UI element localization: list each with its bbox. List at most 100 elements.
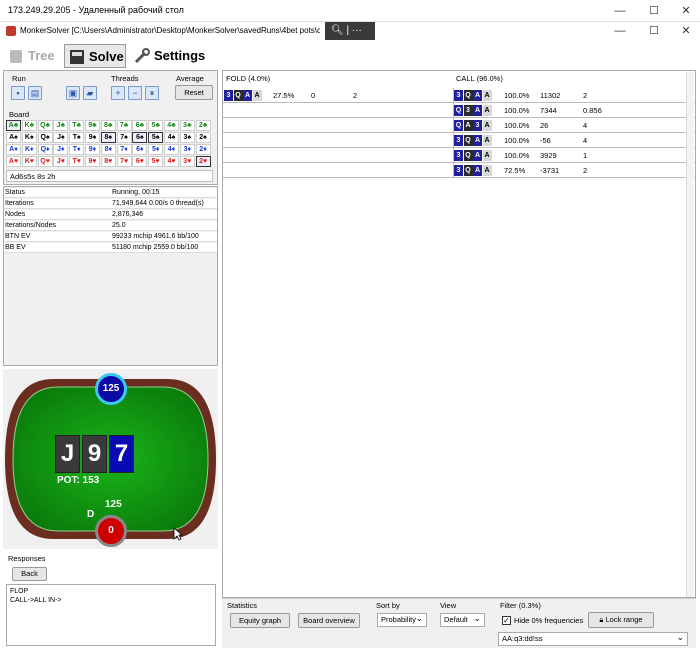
fold-header[interactable]: FOLD (4.0%): [226, 74, 270, 83]
board-card-cell[interactable]: 4♥: [164, 156, 179, 167]
board-card-cell[interactable]: A♠: [6, 132, 21, 143]
call-ev: 3929: [540, 151, 557, 160]
call-header[interactable]: CALL (96.0%): [456, 74, 503, 83]
board-overview-button[interactable]: Board overview: [298, 613, 360, 628]
board-card-cell[interactable]: 6♦: [132, 144, 148, 155]
open-button[interactable]: ▰: [83, 86, 97, 100]
board-card-cell[interactable]: 9♥: [85, 156, 100, 167]
threads-minus-button[interactable]: −: [128, 86, 142, 100]
run-step-button[interactable]: ▤: [28, 86, 42, 100]
table-row[interactable]: Q A 3 A 100.0% 26 4: [223, 118, 695, 133]
tab-solve[interactable]: Solve: [64, 44, 126, 68]
maximize-icon[interactable]: ☐: [638, 0, 670, 22]
board-card-cell[interactable]: K♣: [21, 120, 37, 131]
board-card-cell[interactable]: K♥: [21, 156, 37, 167]
board-card-cell[interactable]: 3♥: [179, 156, 195, 167]
save-button[interactable]: ▣: [66, 86, 80, 100]
stats-value: Running, 00:15: [112, 189, 160, 196]
board-card-cell[interactable]: J♥: [53, 156, 69, 167]
more-icon[interactable]: ···: [352, 25, 362, 36]
board-card-cell[interactable]: 9♣: [85, 120, 100, 131]
board-card-cell[interactable]: 8♦: [100, 144, 116, 155]
board-card-cell[interactable]: 6♠: [132, 132, 148, 143]
board-card-cell[interactable]: 5♣: [148, 120, 164, 131]
back-button[interactable]: Back: [12, 567, 47, 581]
board-card-cell[interactable]: A♣: [6, 120, 21, 131]
threads-plus-button[interactable]: +: [111, 86, 125, 100]
close-icon[interactable]: ✕: [670, 0, 700, 22]
filter-input[interactable]: AA:q3:dd!ss: [498, 631, 688, 646]
table-row[interactable]: 3 Q A A 27.5% 0 2 3 Q A A 100.0% 11302 2: [223, 88, 695, 103]
board-card-cell[interactable]: Q♠: [37, 132, 53, 143]
pause-button[interactable]: ⏸: [145, 86, 159, 100]
board-card-cell[interactable]: 3♠: [179, 132, 195, 143]
board-card-cell[interactable]: Q♦: [37, 144, 53, 155]
board-card-cell[interactable]: 4♣: [164, 120, 179, 131]
board-input[interactable]: Ad6s5s 8s 2h: [6, 170, 213, 182]
board-card-cell[interactable]: 2♦: [195, 144, 211, 155]
stats-row: Iterations 71,949,644 0.00/s 0 thread(s): [4, 199, 217, 209]
board-card-cell[interactable]: K♠: [21, 132, 37, 143]
board-card-cell[interactable]: Q♥: [37, 156, 53, 167]
table-row[interactable]: 3 Q A A 72.5% -3731 2: [223, 163, 695, 178]
lock-range-button[interactable]: 🔒︎ Lock range: [588, 612, 654, 628]
board-card-cell[interactable]: 5♠: [148, 132, 164, 143]
board-card-cell[interactable]: 9♠: [85, 132, 100, 143]
board-card-cell[interactable]: J♦: [53, 144, 69, 155]
board-card-cell[interactable]: 2♠: [195, 132, 211, 143]
board-card-cell[interactable]: A♦: [6, 144, 21, 155]
reset-button[interactable]: Reset: [175, 85, 213, 100]
board-card-cell[interactable]: 4♠: [164, 132, 179, 143]
board-card-cell[interactable]: K♦: [21, 144, 37, 155]
board-card-cell[interactable]: J♣: [53, 120, 69, 131]
average-label: Average: [176, 74, 204, 83]
table-row[interactable]: 3 Q A A 100.0% -56 4: [223, 133, 695, 148]
board-card-cell[interactable]: Q♣: [37, 120, 53, 131]
board-card-cell[interactable]: 7♠: [116, 132, 132, 143]
board-card-cell[interactable]: T♦: [69, 144, 85, 155]
board-card-cell[interactable]: 2♥: [195, 156, 211, 167]
board-card-cell[interactable]: 9♦: [85, 144, 100, 155]
table-row[interactable]: Q 3 A A 100.0% 7344 0.856: [223, 103, 695, 118]
pause-icon: ⏸: [149, 88, 155, 98]
board-card-cell[interactable]: 8♠: [100, 132, 116, 143]
board-card-cell[interactable]: A♥: [6, 156, 21, 167]
board-card-cell[interactable]: 6♥: [132, 156, 148, 167]
board-card-cell[interactable]: 5♥: [148, 156, 164, 167]
equity-graph-button[interactable]: Equity graph: [230, 613, 290, 628]
tab-tree[interactable]: Tree: [4, 44, 62, 68]
stats-key: Iterations/Nodes: [5, 222, 56, 229]
rdp-zoom-bar[interactable]: 🔍︎ | ···: [325, 22, 375, 40]
board-card-cell[interactable]: 2♣: [195, 120, 211, 131]
minimize-icon[interactable]: —: [604, 0, 636, 22]
zoom-icon[interactable]: 🔍︎: [331, 25, 344, 36]
board-card-cell[interactable]: 8♣: [100, 120, 116, 131]
board-card-cell[interactable]: 7♥: [116, 156, 132, 167]
board-card-cell[interactable]: 3♦: [179, 144, 195, 155]
run-start-button[interactable]: ▪: [11, 86, 25, 100]
table-row[interactable]: 3 Q A A 100.0% 3929 1: [223, 148, 695, 163]
grid-scrollbar[interactable]: [686, 72, 694, 597]
board-card-cell[interactable]: 7♣: [116, 120, 132, 131]
board-card-cell[interactable]: 7♦: [116, 144, 132, 155]
board-card-cell[interactable]: J♠: [53, 132, 69, 143]
app-minimize-icon[interactable]: —: [604, 22, 636, 40]
board-card-cell[interactable]: T♠: [69, 132, 85, 143]
board-card-cell[interactable]: 3♣: [179, 120, 195, 131]
view-select[interactable]: Default: [440, 612, 485, 627]
stats-row: Status Running, 00:15: [4, 188, 217, 198]
sort-select[interactable]: Probability: [377, 612, 427, 627]
board-card-cell[interactable]: 5♦: [148, 144, 164, 155]
app-maximize-icon[interactable]: ☐: [638, 22, 670, 40]
board-card-cell[interactable]: T♣: [69, 120, 85, 131]
call-count: 2: [583, 91, 588, 100]
app-close-icon[interactable]: ✕: [670, 22, 700, 40]
tab-settings[interactable]: Settings: [130, 44, 210, 68]
board-card-cell[interactable]: 6♣: [132, 120, 148, 131]
board-card-cell[interactable]: 8♥: [100, 156, 116, 167]
board-card-cell[interactable]: 4♦: [164, 144, 179, 155]
hand-card: A: [473, 105, 482, 116]
board-card-cell[interactable]: T♥: [69, 156, 85, 167]
responses-log: FLOP CALL->ALL IN->: [6, 584, 216, 646]
hide-zero-checkbox[interactable]: ✓: [502, 616, 511, 625]
